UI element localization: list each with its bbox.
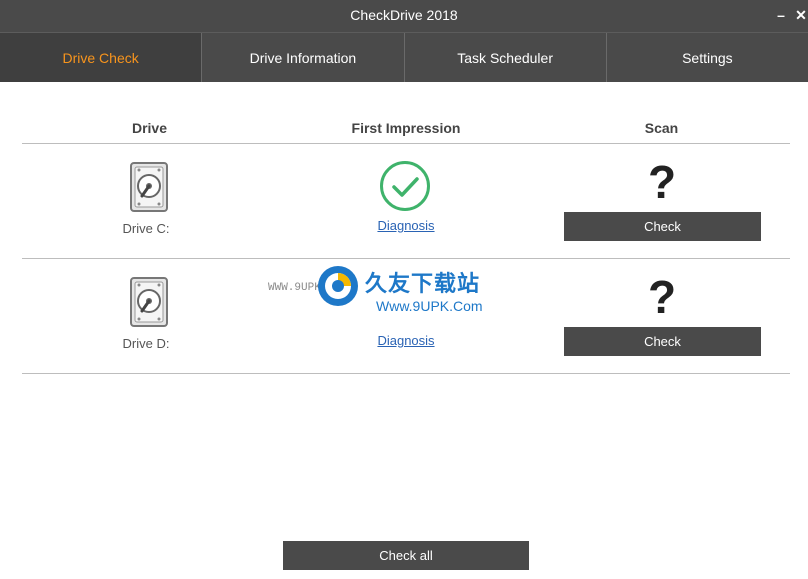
- check-all-button[interactable]: Check all: [283, 541, 529, 570]
- header-first-impression: First Impression: [351, 120, 461, 136]
- table-row: Drive C: Diagnosis ? Check: [22, 144, 790, 259]
- tab-task-scheduler[interactable]: Task Scheduler: [405, 33, 607, 82]
- header-scan: Scan: [644, 120, 679, 136]
- hard-drive-icon: [130, 162, 168, 212]
- question-mark-icon: ?: [647, 271, 677, 323]
- header-drive: Drive: [131, 120, 168, 136]
- check-button[interactable]: Check: [564, 212, 761, 241]
- question-mark-icon: ?: [647, 156, 677, 208]
- close-icon[interactable]: ✕: [794, 0, 808, 30]
- drive-label: Drive C:: [122, 221, 170, 236]
- title-bar: CheckDrive 2018 – ✕: [0, 0, 808, 32]
- window-title: CheckDrive 2018: [350, 7, 458, 23]
- diagnosis-link[interactable]: Diagnosis: [352, 218, 460, 233]
- drive-table: Drive First Impression Scan Drive C: Dia…: [22, 112, 790, 374]
- check-circle-icon: [380, 161, 430, 211]
- tab-drive-information[interactable]: Drive Information: [202, 33, 405, 82]
- tab-bar: Drive Check Drive Information Task Sched…: [0, 32, 808, 82]
- table-row: Drive D: Diagnosis ? Check: [22, 259, 790, 374]
- check-button[interactable]: Check: [564, 327, 761, 356]
- hard-drive-icon: [130, 277, 168, 327]
- table-header: Drive First Impression Scan: [22, 112, 790, 144]
- drive-label: Drive D:: [122, 336, 170, 351]
- tab-drive-check[interactable]: Drive Check: [0, 33, 203, 82]
- diagnosis-link[interactable]: Diagnosis: [352, 333, 460, 348]
- minimize-icon[interactable]: –: [774, 0, 788, 30]
- tab-settings[interactable]: Settings: [607, 33, 808, 82]
